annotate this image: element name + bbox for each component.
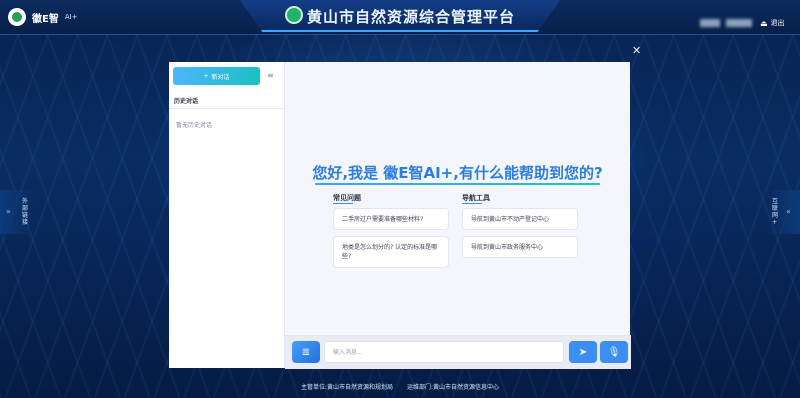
brand: 徽E智 AI+ [8,8,78,26]
voice-input-button[interactable]: 🎙 [600,341,628,363]
logout-icon: ⏏ [760,18,768,28]
faq-title: 常见问题 [333,194,361,204]
footer-host: 主管单位:黄山市自然资源和规划局 [301,384,394,391]
send-button[interactable]: ➤ [569,341,597,363]
attach-file-button[interactable]: ≣ [292,341,320,363]
chevrons-right-icon: » [6,207,11,216]
chat-sidebar: + 新对话 ≡ 历史对话 暂无历史对话 [169,62,285,368]
logout-label: 退出 [770,19,785,27]
brand-logo-icon [8,8,26,26]
internet-plus-label: 互联网+ [772,198,779,226]
nav-tools-title: 导航工具 [462,194,490,204]
history-title: 历史对话 [174,98,199,105]
platform-logo-icon [284,6,303,24]
user-role-redacted [726,19,752,27]
page-title-text: 黄山市自然资源综合管理平台 [306,8,515,26]
empty-history-text: 暂无历史对话 [176,122,213,129]
logout-button[interactable]: ⏏ 退出 [760,18,785,28]
chat-main: 您好,我是 徽E智AI+,有什么能帮助到您的? 常见问题 二手房过户需要准备哪些… [285,62,631,369]
send-icon: ➤ [578,346,588,358]
close-icon[interactable]: ✕ [632,44,641,57]
composer-bar: ≣ ➤ 🎙 [285,335,631,369]
user-name-redacted [700,19,720,27]
nav-tool-item[interactable]: 导航到黄山市政务服务中心 [462,236,578,258]
plus-icon: + [203,72,209,80]
ai-chat-dialog: + 新对话 ≡ 历史对话 暂无历史对话 您好,我是 徽E智AI+,有什么能帮助到… [169,62,631,369]
message-input[interactable] [324,341,564,363]
microphone-icon: 🎙 [607,346,621,358]
brand-text: 徽E智 [32,13,59,25]
page-title: 黄山市自然资源综合管理平台 [240,6,560,27]
brand-ai-label: AI+ [64,13,78,21]
menu-icon[interactable]: ≡ [267,71,274,80]
internet-plus-tab[interactable]: 互联网+ « [766,190,800,234]
nav-tool-item[interactable]: 导航到黄山市不动产登记中心 [462,208,578,230]
external-links-label: 外部链接 [22,198,29,226]
new-chat-label: 新对话 [211,73,230,81]
greeting-text: 您好,我是 徽E智AI+,有什么能帮助到您的? [312,164,603,182]
faq-item[interactable]: 地类是怎么划分的? 认定的标准是哪些? [333,236,449,268]
top-header-bar: 徽E智 AI+ 黄山市自然资源综合管理平台 ⏏ 退出 [0,0,800,35]
greeting-underline [315,183,600,185]
footer: 主管单位:黄山市自然资源和规划局 运维部门:黄山市自然资源信息中心 [0,382,800,391]
footer-ops: 运维部门:黄山市自然资源信息中心 [406,384,499,391]
divider [169,108,284,109]
external-links-tab[interactable]: » 外部链接 [0,190,34,234]
document-add-icon: ≣ [301,346,311,358]
chevrons-left-icon: « [786,207,791,216]
new-chat-button[interactable]: + 新对话 [173,67,260,85]
faq-item[interactable]: 二手房过户需要准备哪些材料? [333,208,449,230]
